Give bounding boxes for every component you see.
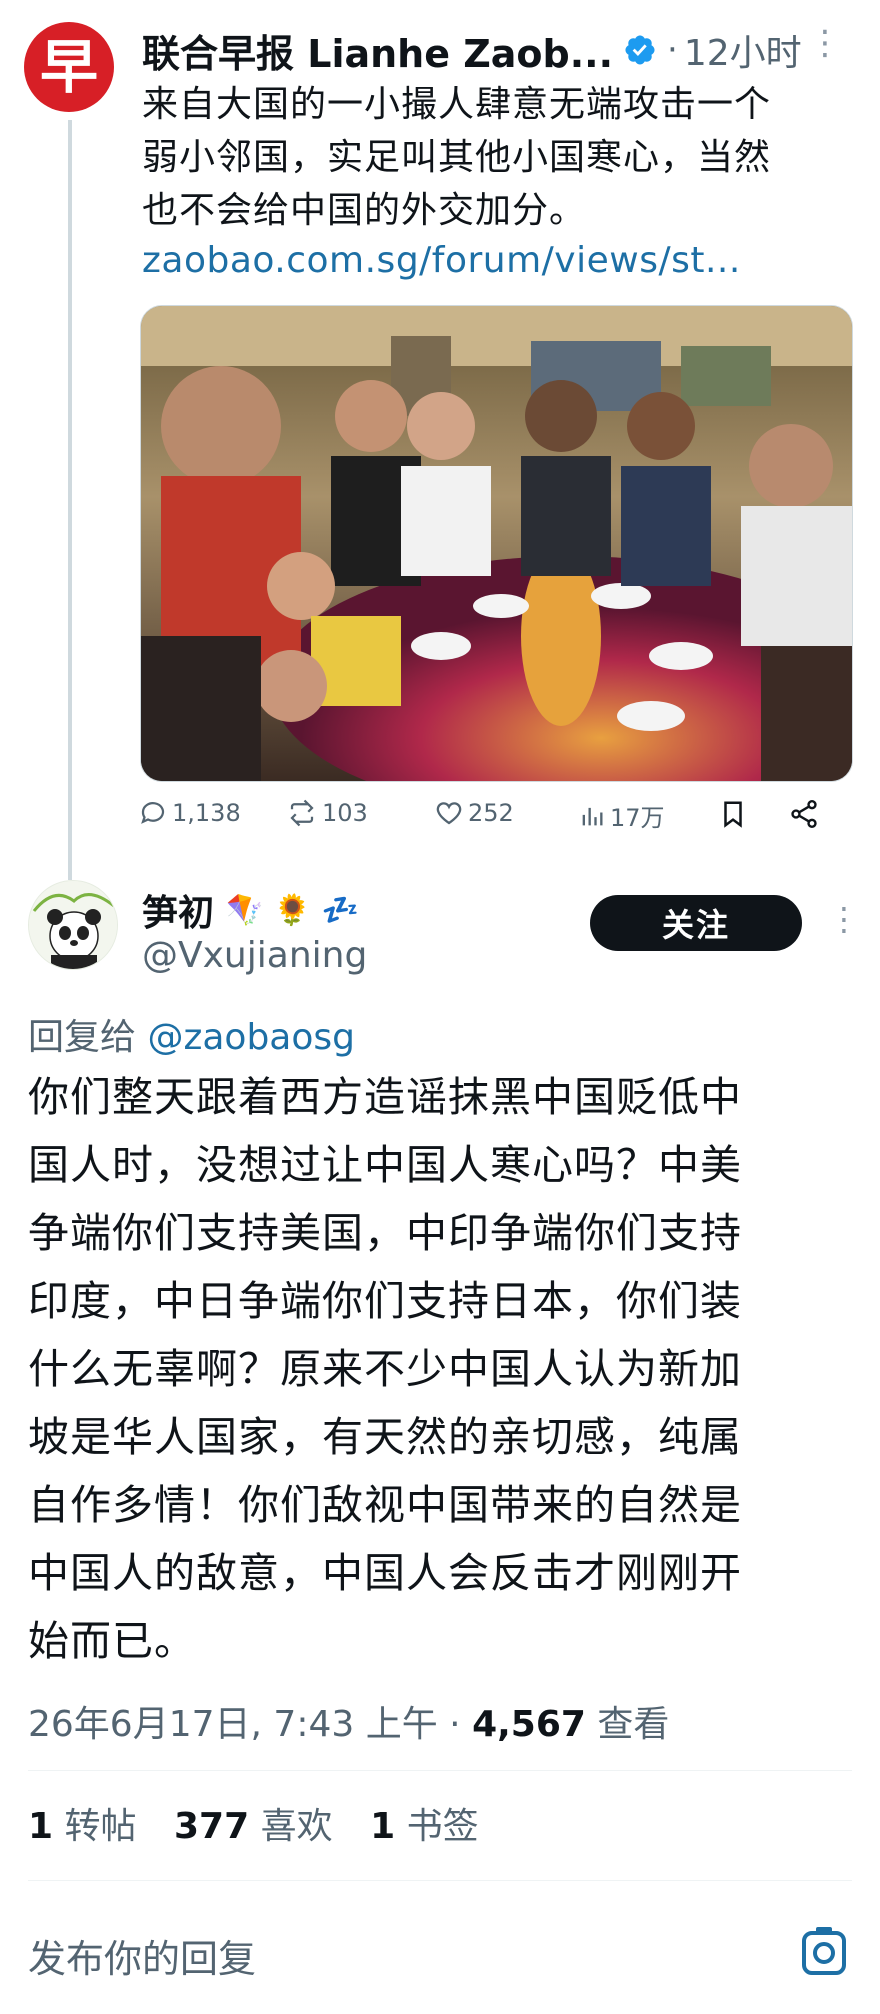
text-line: 坡是华人国家，有天然的亲切感，纯属 [28, 1413, 742, 1461]
text-line: 国人时，没想过让中国人寒心吗？中美 [28, 1141, 742, 1189]
tweet-photo[interactable] [140, 305, 853, 782]
follow-button[interactable]: 关注 [590, 895, 802, 951]
lianhe-zaobao-avatar[interactable]: 早 [24, 22, 114, 112]
likes-label: 喜欢 [260, 1806, 333, 1847]
time-separator: · [667, 30, 678, 70]
like-button[interactable]: 252 [434, 798, 514, 828]
divider [28, 1880, 852, 1881]
reply-tweet-text: 你们整天跟着西方造谣抹黑中国贬低中 国人时，没想过让中国人寒心吗？中美 争端你们… [28, 1063, 858, 1675]
reply-button[interactable]: 1,138 [138, 798, 241, 828]
reply-user-avatar[interactable] [28, 880, 118, 970]
text-line: 弱小邻国，实足叫其他小国寒心，当然 [142, 137, 772, 178]
tweet-date[interactable]: 26年6月17日, 7:43 上午 [28, 1704, 438, 1745]
heart-icon [436, 802, 462, 825]
thread-connector-line [68, 120, 72, 880]
article-link[interactable]: zaobao.com.sg/forum/views/st... [142, 240, 741, 281]
views-count: 4,567 [472, 1704, 586, 1745]
bookmark-button[interactable] [718, 798, 752, 830]
meta-separator: · [449, 1704, 461, 1745]
reply-to-handle-link[interactable]: @zaobaosg [147, 1017, 355, 1058]
reposts-count: 1 [28, 1806, 54, 1847]
text-line: 始而已。 [28, 1617, 196, 1665]
more-options-icon[interactable]: ⋮ [808, 26, 842, 60]
text-line: 你们整天跟着西方造谣抹黑中国贬低中 [28, 1073, 742, 1121]
tweet-time[interactable]: 12小时 [684, 24, 802, 76]
divider [28, 1770, 852, 1771]
views-button[interactable]: 17万 [578, 798, 665, 833]
tweet-metadata: 26年6月17日, 7:43 上午 · 4,567 查看 [28, 1695, 669, 1747]
more-options-icon[interactable]: ⋮ [828, 900, 860, 938]
reposts-label: 转帖 [64, 1806, 137, 1847]
parent-tweet-actions: 1,138 103 252 17万 [138, 798, 858, 842]
reply-display-name[interactable]: 笋初 🪁 🌻 💤 [142, 884, 359, 936]
bookmarks-label: 书签 [406, 1806, 479, 1847]
panda-avatar-icon [29, 881, 117, 969]
replying-to: 回复给 @zaobaosg [28, 1008, 355, 1060]
verified-badge-icon [623, 33, 657, 67]
reply-count: 1,138 [172, 799, 241, 827]
engagement-stats: 1 转帖 377 喜欢 1 书签 [28, 1797, 505, 1849]
text-line: 印度，中日争端你们支持日本，你们装 [28, 1277, 742, 1325]
name-emojis: 🪁 🌻 💤 [226, 892, 359, 928]
reply-compose-input[interactable]: 发布你的回复 [28, 1928, 256, 1983]
views-count: 17万 [610, 804, 665, 832]
account-name[interactable]: 联合早报 Lianhe Zaob... [142, 23, 613, 78]
retweet-button[interactable]: 103 [286, 798, 368, 828]
camera-icon[interactable] [800, 1925, 848, 1981]
text-line: 中国人的敌意，中国人会反击才刚刚开 [28, 1549, 742, 1597]
retweet-count: 103 [322, 799, 368, 827]
views-chart-icon [582, 807, 603, 825]
bookmark-icon [724, 801, 742, 828]
like-count: 252 [468, 799, 514, 827]
reply-icon [141, 802, 165, 824]
reply-handle[interactable]: @Vxujianing [142, 935, 367, 976]
text-line: 来自大国的一小撮人肆意无端攻击一个 [142, 84, 772, 125]
text-line: 什么无辜啊？原来不少中国人认为新加 [28, 1345, 742, 1393]
reply-to-prefix: 回复给 [28, 1017, 137, 1058]
photo-illustration [141, 306, 852, 781]
parent-tweet-text: 来自大国的一小撮人肆意无端攻击一个 弱小邻国，实足叫其他小国寒心，当然 也不会给… [142, 78, 852, 237]
share-button[interactable] [788, 798, 824, 830]
text-line: 自作多情！你们敌视中国带来的自然是 [28, 1481, 742, 1529]
reposts-stat[interactable]: 1 转帖 [28, 1806, 148, 1847]
likes-stat[interactable]: 377 喜欢 [174, 1806, 344, 1847]
text-line: 也不会给中国的外交加分。 [142, 190, 587, 231]
parent-tweet-header: 联合早报 Lianhe Zaob... · 12小时 ⋮ [142, 22, 842, 78]
views-label: 查看 [597, 1704, 670, 1745]
likes-count: 377 [173, 1806, 250, 1847]
display-name-text: 笋初 [142, 893, 215, 934]
avatar-glyph: 早 [39, 33, 98, 101]
text-line: 争端你们支持美国，中印争端你们支持 [28, 1209, 742, 1257]
retweet-icon [290, 799, 314, 827]
bookmarks-count: 1 [370, 1806, 396, 1847]
share-icon [791, 800, 817, 828]
bookmarks-stat[interactable]: 1 书签 [370, 1806, 479, 1847]
